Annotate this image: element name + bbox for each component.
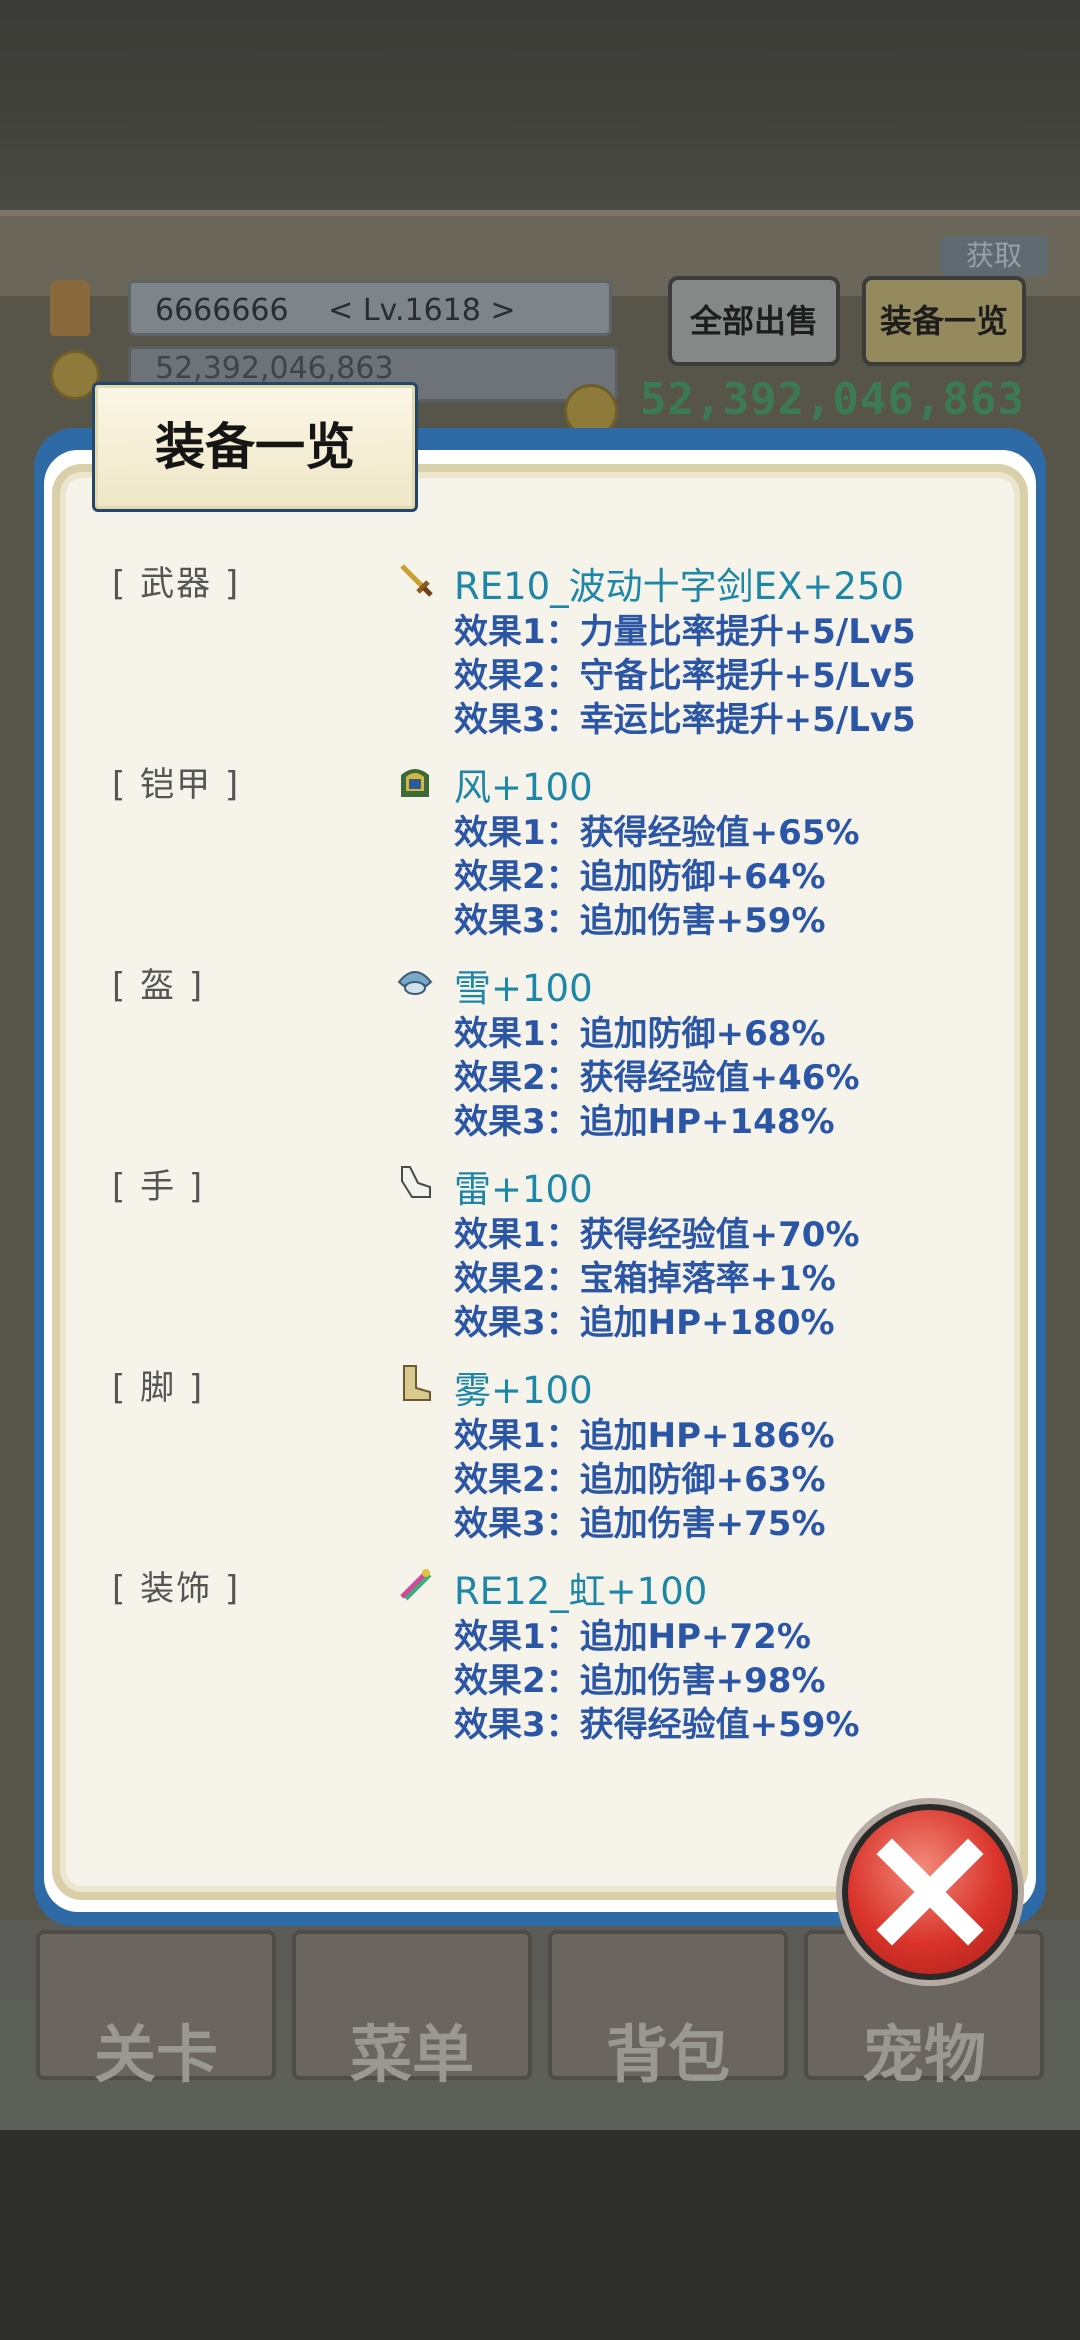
player-level: < Lv.1618 > — [328, 293, 516, 328]
effect-2: 效果2：守备比率提升+5/Lv5 — [454, 656, 916, 696]
glove-icon — [401, 1166, 431, 1198]
effect-1: 效果1：力量比率提升+5/Lv5 — [454, 612, 916, 652]
slot-label: [ 铠甲 ] — [112, 765, 241, 805]
effect-2: 效果2：追加防御+64% — [454, 857, 826, 897]
close-button[interactable] — [842, 1804, 1018, 1980]
effect-1: 效果1：获得经验值+70% — [454, 1215, 860, 1255]
helmet-icon — [397, 971, 433, 995]
close-icon — [876, 1838, 984, 1946]
tab-stage[interactable]: 关卡 — [36, 1930, 276, 2091]
item-name: 雾+100 — [454, 1369, 593, 1412]
effect-2: 效果2：追加防御+63% — [454, 1460, 826, 1500]
item-name: RE10_波动十字剑EX+250 — [454, 565, 905, 608]
effect-3: 效果3：获得经验值+59% — [454, 1705, 860, 1745]
slot-label: [ 脚 ] — [112, 1368, 205, 1408]
player-info-bar: 6666666 < Lv.1618 > — [128, 280, 612, 336]
item-name: 雪+100 — [454, 967, 593, 1010]
effect-3: 效果3：追加HP+148% — [454, 1102, 835, 1142]
effect-1: 效果1：追加HP+72% — [454, 1617, 811, 1657]
get-label[interactable]: 获取 — [940, 236, 1048, 276]
slot-label: [ 武器 ] — [112, 564, 241, 604]
tab-stage-label: 关卡 — [93, 2018, 218, 2091]
slot-label: [ 手 ] — [112, 1167, 205, 1207]
equip-list-button[interactable]: 装备一览 — [862, 276, 1026, 366]
effect-2: 效果2：追加伤害+98% — [454, 1661, 826, 1701]
tab-menu-label: 菜单 — [349, 2018, 474, 2091]
bottom-backdrop — [0, 2130, 1080, 2340]
boot-icon — [403, 1365, 431, 1401]
effect-3: 效果3：追加HP+180% — [454, 1303, 835, 1343]
slot-label: [ 装饰 ] — [112, 1569, 241, 1609]
tab-bag[interactable]: 背包 — [548, 1930, 788, 2091]
gold-amount-hidden: 52,392,046,863 — [155, 351, 394, 386]
modal-title: 装备一览 — [155, 418, 355, 476]
tab-menu[interactable]: 菜单 — [292, 1930, 532, 2091]
modal-title-tab: 装备一览 — [92, 382, 418, 512]
tab-pet-label: 宠物 — [861, 2018, 986, 2091]
effect-1: 效果1：追加防御+68% — [454, 1014, 826, 1054]
effect-1: 效果1：追加HP+186% — [454, 1416, 835, 1456]
effect-2: 效果2：宝箱掉落率+1% — [454, 1259, 836, 1299]
effect-3: 效果3：追加伤害+75% — [454, 1504, 826, 1544]
player-avatar — [50, 280, 90, 336]
item-name: RE12_虹+100 — [454, 1570, 708, 1613]
effect-3: 效果3：追加伤害+59% — [454, 901, 826, 941]
slot-label: [ 盔 ] — [112, 966, 205, 1006]
item-name: 风+100 — [454, 766, 593, 809]
item-name: 雷+100 — [454, 1168, 593, 1211]
sword-icon — [400, 564, 433, 597]
effect-1: 效果1：获得经验值+65% — [454, 813, 860, 853]
player-name: 6666666 — [155, 293, 289, 328]
armor-icon — [401, 769, 429, 797]
top-backdrop — [0, 0, 1080, 210]
effect-3: 效果3：幸运比率提升+5/Lv5 — [454, 700, 916, 740]
accessory-icon — [400, 1569, 432, 1601]
sell-all-button[interactable]: 全部出售 — [668, 276, 840, 366]
gold-amount: 52,392,046,863 — [640, 374, 1025, 425]
effect-2: 效果2：获得经验值+46% — [454, 1058, 860, 1098]
tab-bag-label: 背包 — [605, 2018, 730, 2091]
